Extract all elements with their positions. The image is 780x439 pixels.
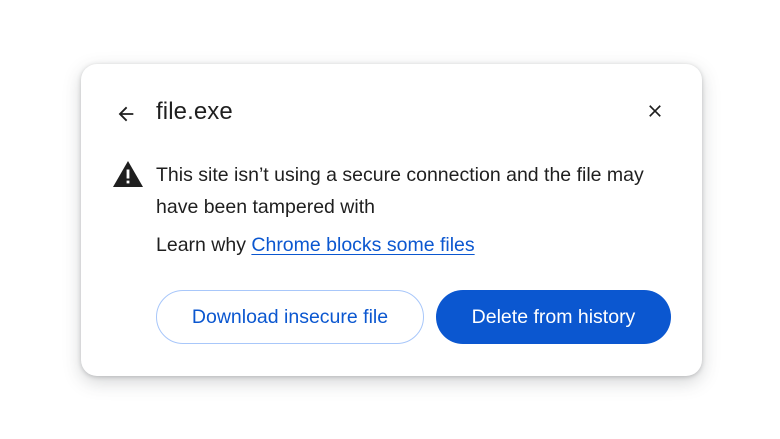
warning-message: This site isn’t using a secure connectio… [156,164,644,218]
close-icon [649,105,661,117]
arrow-back-icon [118,106,134,122]
learn-more-link[interactable]: Chrome blocks some files [251,234,474,256]
learn-more-prefix: Learn why [156,234,252,256]
close-button[interactable] [642,98,668,124]
warning-triangle-icon [113,161,143,187]
download-insecure-file-button[interactable]: Download insecure file [156,290,424,344]
delete-from-history-button[interactable]: Delete from history [436,290,671,344]
download-warning-dialog: file.exe This site isn’t using a secure … [81,64,702,376]
back-button[interactable] [113,101,139,127]
learn-more-line: Learn why Chrome blocks some files [156,234,475,257]
dialog-title: file.exe [156,98,233,125]
